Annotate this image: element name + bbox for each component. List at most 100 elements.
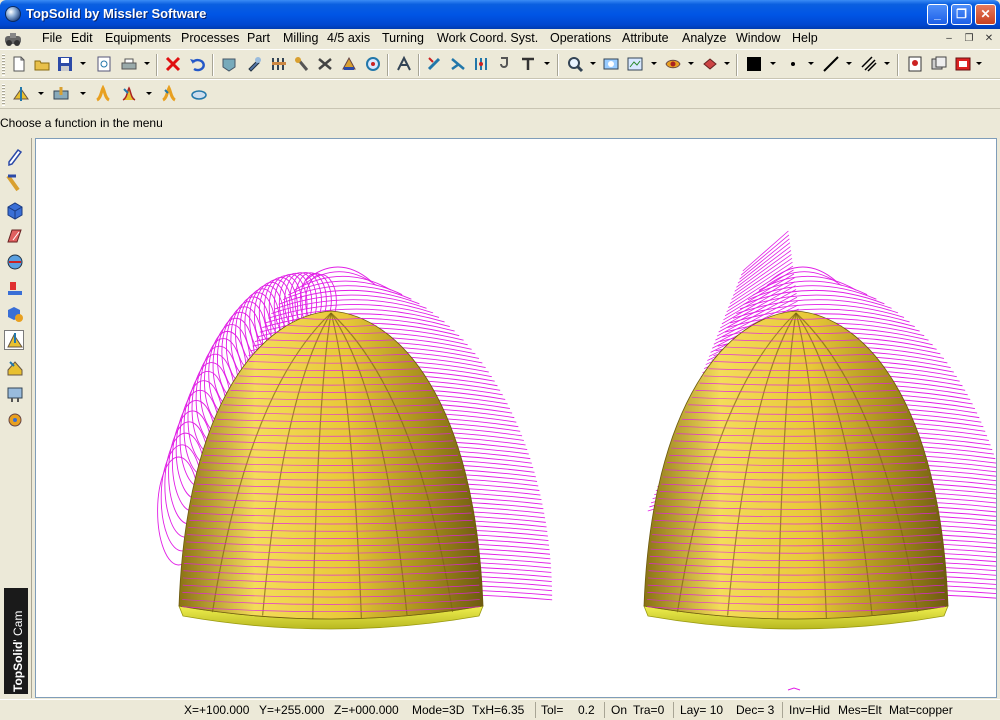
fixture-icon[interactable] <box>316 55 334 73</box>
status-txh[interactable]: TxH=6.35 <box>472 703 524 717</box>
point-style-icon[interactable] <box>784 55 802 73</box>
hatch-icon[interactable] <box>860 55 878 73</box>
machine-icon[interactable] <box>220 55 238 73</box>
shade-icon[interactable] <box>701 55 719 73</box>
pocket-dropdown-icon[interactable] <box>80 92 86 95</box>
print-icon[interactable] <box>120 55 138 73</box>
process-icon[interactable] <box>395 55 413 73</box>
cut-path-icon[interactable] <box>449 55 467 73</box>
menu-turning[interactable]: Turning <box>382 31 424 45</box>
curve-icon[interactable] <box>5 173 25 193</box>
menu-analyze[interactable]: Analyze <box>682 31 726 45</box>
status-mat[interactable]: Mat=copper <box>889 703 953 717</box>
menu-work-coord-syst[interactable]: Work Coord. Syst. <box>437 31 538 45</box>
link-icon[interactable] <box>472 55 490 73</box>
mdi-restore-button[interactable]: ❐ <box>962 32 976 46</box>
edit-path-icon[interactable] <box>426 55 444 73</box>
line-style-dropdown-icon[interactable] <box>846 62 852 65</box>
status-inv[interactable]: Inv=Hid <box>789 703 830 717</box>
profile-icon[interactable] <box>120 85 138 103</box>
delete-icon[interactable] <box>164 55 182 73</box>
roughing-icon[interactable] <box>12 85 34 103</box>
solid-icon[interactable] <box>5 200 25 220</box>
menu-edit[interactable]: Edit <box>71 31 93 45</box>
point-style-dropdown-icon[interactable] <box>808 62 814 65</box>
menu-help[interactable]: Help <box>792 31 818 45</box>
status-tra[interactable]: Tra=0 <box>633 703 664 717</box>
open-folder-icon[interactable] <box>33 55 51 73</box>
text-icon[interactable] <box>519 55 537 73</box>
milling-icon[interactable] <box>4 330 24 350</box>
status-tol-label[interactable]: Tol= <box>541 703 563 717</box>
save-icon[interactable] <box>56 55 74 73</box>
view-dropdown-icon[interactable] <box>651 62 657 65</box>
draft-icon[interactable] <box>5 304 25 324</box>
finishing-icon[interactable] <box>160 85 178 103</box>
maximize-button[interactable]: ❐ <box>951 4 972 25</box>
menu-4-5-axis[interactable]: 4/5 axis <box>327 31 370 45</box>
pocket-icon[interactable] <box>52 85 74 103</box>
status-mode[interactable]: Mode=3D <box>412 703 464 717</box>
doc-icon[interactable] <box>906 55 924 73</box>
toolbar-grip[interactable] <box>2 84 5 106</box>
wire-icon[interactable] <box>5 384 25 404</box>
status-on[interactable]: On <box>611 703 627 717</box>
zoom-window-icon[interactable] <box>602 55 620 73</box>
render-dropdown-icon[interactable] <box>688 62 694 65</box>
menu-processes[interactable]: Processes <box>181 31 239 45</box>
contour-icon[interactable] <box>94 85 112 103</box>
menu-operations[interactable]: Operations <box>550 31 611 45</box>
line-style-icon[interactable] <box>822 55 840 73</box>
exit-icon[interactable] <box>954 55 972 73</box>
cad-scene[interactable] <box>36 139 997 698</box>
drill-icon[interactable] <box>190 85 208 103</box>
sketch-icon[interactable] <box>5 146 25 166</box>
text-dropdown-icon[interactable] <box>544 62 550 65</box>
new-file-icon[interactable] <box>10 55 28 73</box>
minimize-button[interactable]: _ <box>927 4 948 25</box>
right-part-with-toolpath[interactable] <box>643 230 997 630</box>
hatch-dropdown-icon[interactable] <box>884 62 890 65</box>
menu-attribute[interactable]: Attribute <box>622 31 669 45</box>
mdi-minimize-button[interactable]: – <box>942 32 956 46</box>
status-lay[interactable]: Lay= 10 <box>680 703 723 717</box>
settings-icon[interactable] <box>5 410 25 430</box>
spindle-icon[interactable] <box>293 55 311 73</box>
status-mes[interactable]: Mes=Elt <box>838 703 882 717</box>
surface-icon[interactable] <box>5 226 25 246</box>
status-dec[interactable]: Dec= 3 <box>736 703 774 717</box>
assembly-icon[interactable] <box>5 252 25 272</box>
tool-holder-icon[interactable] <box>270 55 288 73</box>
save-dropdown-icon[interactable] <box>80 62 86 65</box>
menu-equipments[interactable]: Equipments <box>105 31 171 45</box>
graphics-viewport[interactable] <box>35 138 997 698</box>
simulate-icon[interactable] <box>364 55 382 73</box>
render-icon[interactable] <box>664 55 682 73</box>
left-part-with-toolpath[interactable] <box>157 266 553 630</box>
print-dropdown-icon[interactable] <box>144 62 150 65</box>
turning-icon[interactable] <box>5 358 25 378</box>
exit-dropdown-icon[interactable] <box>976 62 982 65</box>
stock-icon[interactable] <box>340 55 358 73</box>
view-icon[interactable] <box>626 55 644 73</box>
layers-icon[interactable] <box>930 55 948 73</box>
print-preview-icon[interactable] <box>95 55 113 73</box>
tool-icon[interactable] <box>245 55 263 73</box>
color-square-icon[interactable] <box>745 55 763 73</box>
hook-icon[interactable] <box>495 55 513 73</box>
gear-menu-icon[interactable] <box>4 31 22 47</box>
color-dropdown-icon[interactable] <box>770 62 776 65</box>
menu-file[interactable]: File <box>42 31 62 45</box>
roughing-dropdown-icon[interactable] <box>38 92 44 95</box>
menu-part[interactable]: Part <box>247 31 270 45</box>
close-button[interactable]: ✕ <box>975 4 996 25</box>
mdi-close-button[interactable]: ✕ <box>982 32 996 46</box>
zoom-icon[interactable] <box>566 55 584 73</box>
profile-dropdown-icon[interactable] <box>146 92 152 95</box>
shade-dropdown-icon[interactable] <box>724 62 730 65</box>
status-tol-value[interactable]: 0.2 <box>578 703 595 717</box>
undo-icon[interactable] <box>188 55 206 73</box>
menu-milling[interactable]: Milling <box>283 31 318 45</box>
cam-icon[interactable] <box>5 278 25 298</box>
toolbar-grip[interactable] <box>2 54 5 76</box>
